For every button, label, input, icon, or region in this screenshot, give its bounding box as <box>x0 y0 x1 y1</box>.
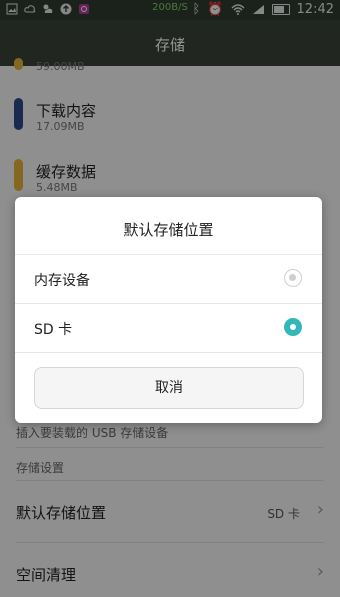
radio-button[interactable] <box>284 269 302 287</box>
divider <box>15 352 322 353</box>
option-sd-card[interactable]: SD 卡 <box>15 304 322 352</box>
option-label: SD 卡 <box>34 322 73 338</box>
dialog-title: 默认存储位置 <box>123 221 214 239</box>
option-internal-storage[interactable]: 内存设备 <box>15 255 322 303</box>
option-label: 内存设备 <box>34 273 90 289</box>
cancel-button[interactable]: 取消 <box>34 367 304 409</box>
radio-button-selected[interactable] <box>284 318 302 336</box>
default-storage-dialog: 默认存储位置 内存设备 SD 卡 取消 <box>15 197 322 423</box>
